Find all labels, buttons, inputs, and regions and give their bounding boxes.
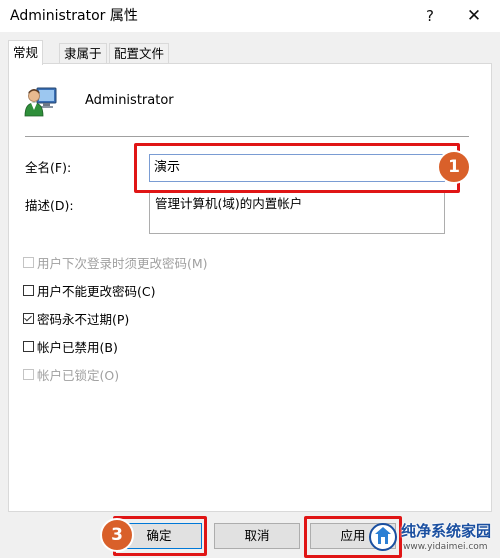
user-account-icon bbox=[24, 87, 57, 117]
user-name: Administrator bbox=[85, 93, 174, 108]
checkbox-label: 用户下次登录时须更改密码(M) bbox=[37, 255, 208, 271]
annotation-step-badge: 3 bbox=[100, 518, 134, 552]
properties-dialog: Administrator 属性 ? ✕ 常规 隶属于 配置文件 Adminis… bbox=[0, 0, 500, 558]
checkbox-box[interactable] bbox=[23, 340, 34, 352]
close-icon[interactable]: ✕ bbox=[460, 4, 488, 28]
checkbox-box-checked[interactable] bbox=[23, 312, 34, 324]
watermark-logo-icon bbox=[369, 523, 397, 551]
tab-member-of[interactable]: 隶属于 bbox=[59, 43, 107, 64]
general-tab-panel: Administrator 全名(F): 演示 描述(D): 管理计算机(域)的… bbox=[8, 63, 492, 512]
checkbox-label: 用户不能更改密码(C) bbox=[37, 283, 156, 299]
watermark-name: 纯净系统家园 bbox=[401, 522, 492, 540]
checkbox-password-never-expires[interactable]: 密码永不过期(P) bbox=[23, 309, 129, 327]
tab-profile[interactable]: 配置文件 bbox=[109, 43, 170, 64]
divider bbox=[25, 136, 469, 137]
help-icon[interactable]: ? bbox=[418, 4, 442, 28]
cancel-button[interactable]: 取消 bbox=[214, 523, 300, 549]
checkbox-label: 帐户已锁定(O) bbox=[37, 367, 120, 383]
watermark-url: www.yidaimei.com bbox=[403, 542, 488, 552]
checkbox-box[interactable] bbox=[23, 256, 34, 268]
tab-general[interactable]: 常规 bbox=[8, 40, 44, 65]
checkbox-label: 帐户已禁用(B) bbox=[37, 339, 118, 355]
fullname-input[interactable]: 演示 bbox=[149, 154, 445, 182]
site-watermark: 纯净系统家园 www.yidaimei.com bbox=[368, 518, 498, 556]
checkbox-cannot-change-password[interactable]: 用户不能更改密码(C) bbox=[23, 281, 155, 299]
fullname-label: 全名(F): bbox=[25, 160, 72, 175]
checkbox-account-locked[interactable]: 帐户已锁定(O) bbox=[23, 365, 119, 383]
description-label: 描述(D): bbox=[25, 198, 74, 213]
title-bar: Administrator 属性 ? ✕ bbox=[0, 0, 500, 32]
description-input[interactable]: 管理计算机(域)的内置帐户 bbox=[149, 192, 445, 234]
annotation-step-badge: 1 bbox=[437, 150, 471, 184]
checkbox-account-disabled[interactable]: 帐户已禁用(B) bbox=[23, 337, 118, 355]
checkbox-box[interactable] bbox=[23, 284, 34, 296]
checkbox-label: 密码永不过期(P) bbox=[37, 311, 130, 327]
window-title: Administrator 属性 bbox=[10, 8, 138, 24]
checkbox-box[interactable] bbox=[23, 368, 34, 380]
checkbox-must-change-password[interactable]: 用户下次登录时须更改密码(M) bbox=[23, 253, 208, 271]
